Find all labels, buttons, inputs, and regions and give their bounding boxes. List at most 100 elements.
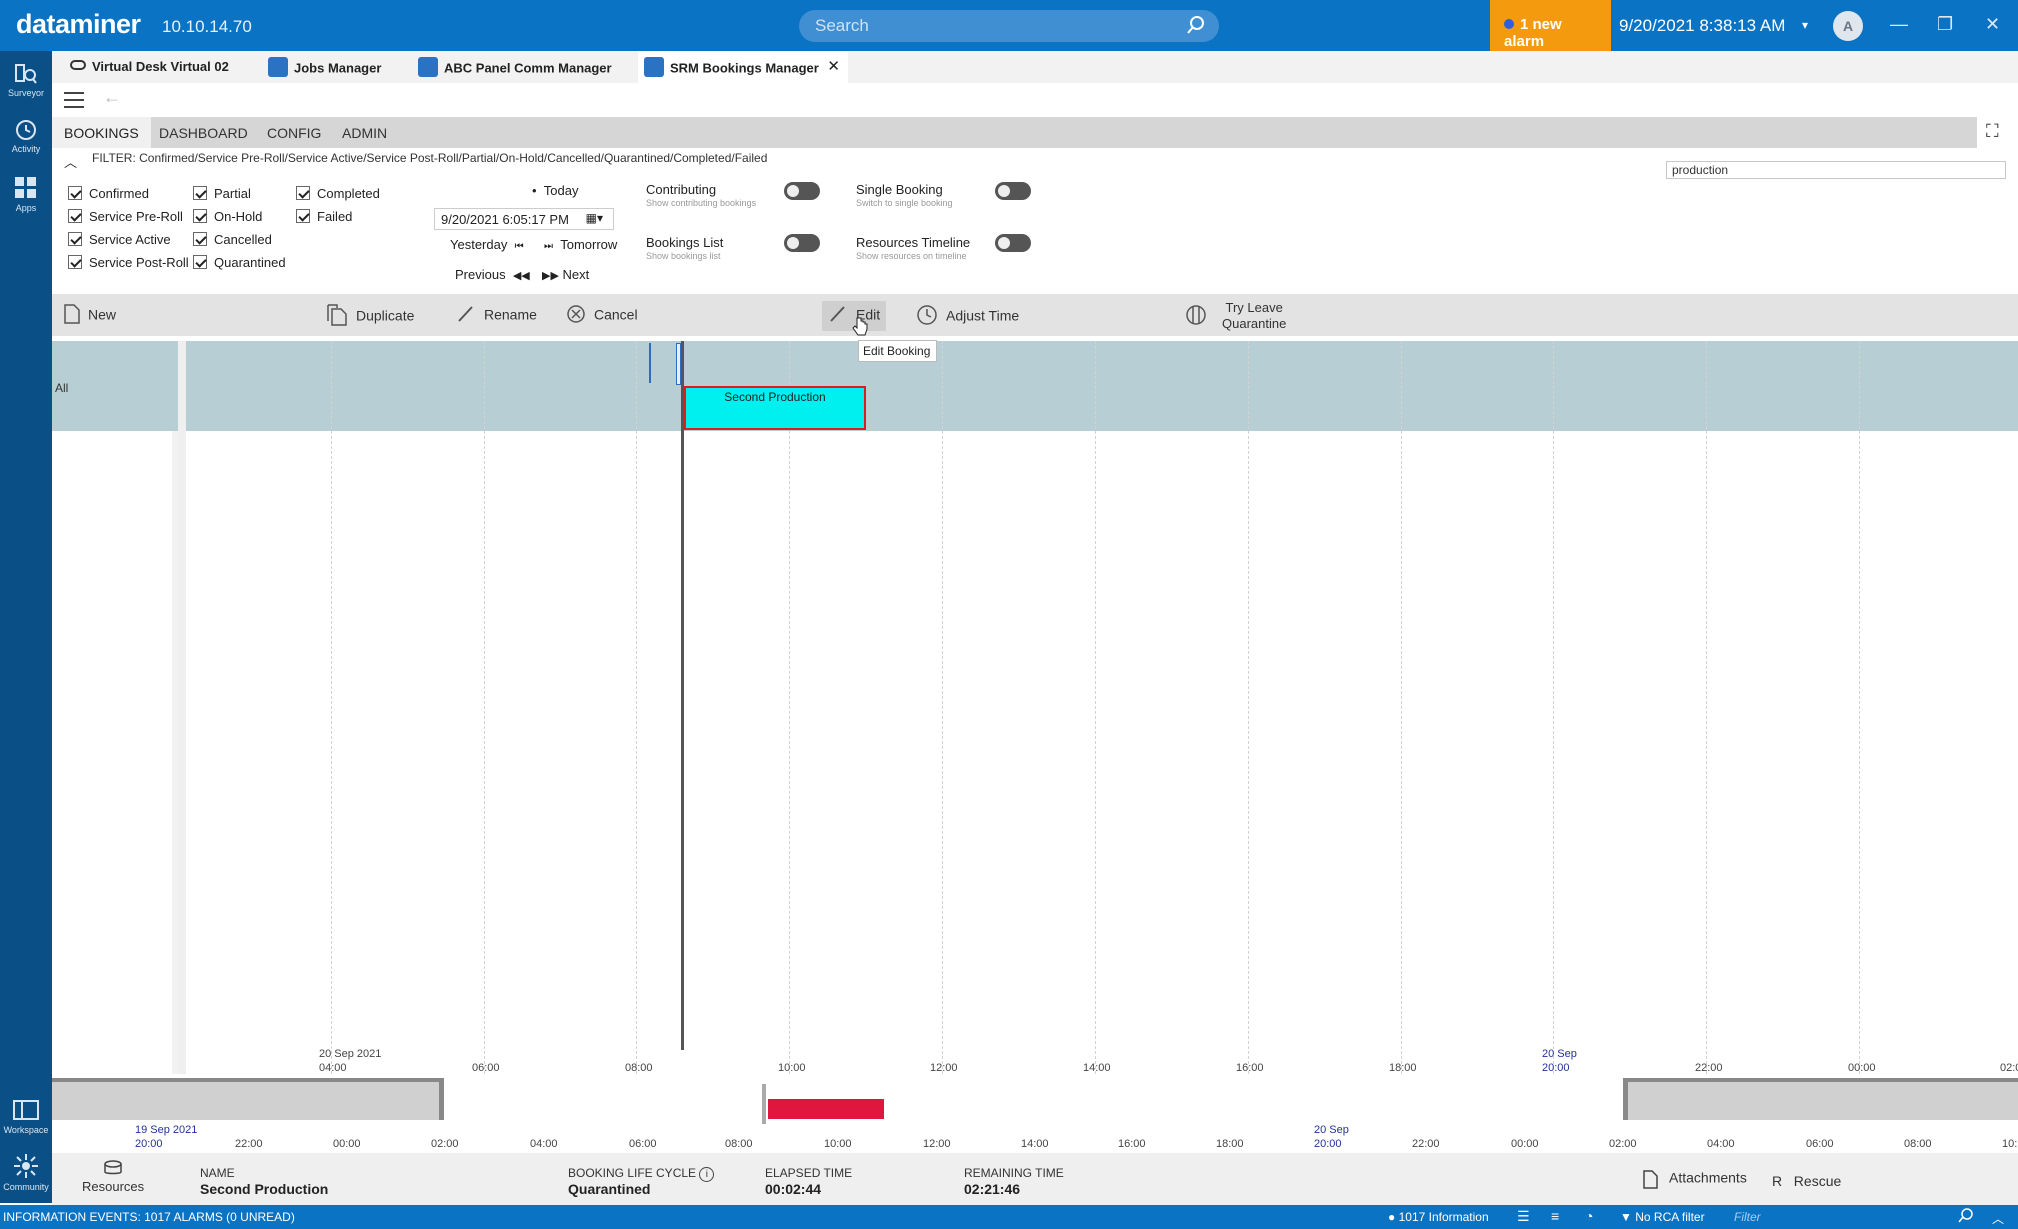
calendar-icon[interactable]: ▦▾ — [586, 211, 603, 225]
contributing-toggle[interactable] — [784, 182, 820, 200]
fullscreen-icon[interactable]: ⛶ — [1986, 121, 1999, 142]
menu-bookings[interactable]: BOOKINGS — [52, 117, 151, 148]
grid-line — [1553, 341, 1554, 1074]
clock-icon — [917, 305, 937, 325]
tab-virtual-desk[interactable]: Virtual Desk Virtual 02 — [70, 51, 270, 83]
overview-booking-bar[interactable] — [768, 1099, 884, 1119]
sub-toolbar: ← ⛶ — [52, 83, 2018, 141]
search-icon[interactable] — [1185, 14, 1207, 36]
bookings-list-sub: Show bookings list — [646, 251, 721, 261]
booking-marker[interactable] — [649, 343, 651, 383]
new-alarm-badge[interactable]: 1 new alarm — [1490, 0, 1611, 51]
community-nav[interactable]: Community — [0, 1153, 52, 1192]
checkbox-partial[interactable]: Partial — [193, 185, 251, 202]
back-arrow-icon[interactable]: ← — [103, 87, 121, 108]
duplicate-button[interactable]: Duplicate — [326, 304, 414, 328]
bookings-list-toggle[interactable] — [784, 234, 820, 252]
yesterday-button[interactable]: Yesterday ⏮ — [450, 237, 524, 252]
rca-filter[interactable]: ▼ No RCA filter — [1620, 1210, 1705, 1224]
time-tick: 12:00 — [923, 1138, 951, 1150]
date-value: 9/20/2021 6:05:17 PM — [441, 212, 569, 227]
new-button[interactable]: New — [64, 304, 116, 326]
hamburger-menu-icon[interactable] — [64, 92, 84, 108]
skip-forward-icon: ⏭ — [544, 241, 553, 252]
tab-label: ABC Panel Comm Manager — [444, 60, 612, 76]
app-icon — [418, 57, 438, 77]
timeline-area[interactable] — [52, 340, 2018, 1074]
checkbox-completed[interactable]: Completed — [296, 185, 380, 202]
search-input[interactable]: Search — [799, 10, 1219, 42]
surveyor-nav[interactable]: Surveyor — [0, 63, 52, 98]
time-tick: 00:00 — [1848, 1062, 1876, 1074]
checkbox-failed[interactable]: Failed — [296, 208, 352, 225]
checkbox-quarantined[interactable]: Quarantined — [193, 254, 286, 271]
avatar[interactable]: A — [1833, 11, 1863, 41]
attachment-icon — [1643, 1170, 1658, 1189]
single-booking-toggle[interactable] — [995, 182, 1031, 200]
restore-icon[interactable]: ❐ — [1937, 14, 1953, 35]
previous-button[interactable]: Previous ◀◀ — [455, 267, 530, 282]
booking-second-production[interactable]: Second Production — [684, 386, 866, 430]
time-tick: 08:00 — [1904, 1138, 1932, 1150]
search-icon[interactable] — [1958, 1207, 1974, 1226]
date-picker[interactable]: 9/20/2021 6:05:17 PM ▦▾ — [434, 208, 614, 230]
workspace-nav[interactable]: Workspace — [0, 1100, 52, 1135]
checkbox-confirmed[interactable]: Confirmed — [68, 185, 149, 202]
attachments-button[interactable]: Attachments — [1641, 1168, 1747, 1190]
menu-admin[interactable]: ADMIN — [342, 125, 387, 141]
overview-right-mask[interactable] — [1623, 1078, 2018, 1120]
menu-config[interactable]: CONFIG — [267, 125, 321, 141]
time-tick: 00:00 — [333, 1138, 361, 1150]
time-tick: 04:00 — [319, 1062, 347, 1074]
brand-logo: dataminer — [16, 9, 141, 39]
adjust-time-button[interactable]: Adjust Time — [916, 305, 1019, 328]
edit-booking-tooltip: Edit Booking — [858, 340, 937, 362]
try-leave-quarantine-button[interactable]: Try Leave Quarantine — [1222, 300, 1286, 332]
clock: 9/20/2021 8:38:13 AM — [1619, 16, 1786, 35]
cancel-button[interactable]: Cancel — [566, 305, 638, 326]
rename-button[interactable]: Rename — [456, 306, 537, 326]
contributing-label: Contributing — [646, 182, 717, 197]
activity-nav[interactable]: Activity — [0, 119, 52, 154]
close-tab-icon[interactable]: ✕ — [827, 57, 840, 75]
information-count[interactable]: ● 1017 Information — [1388, 1210, 1489, 1224]
menu-dashboard[interactable]: DASHBOARD — [159, 125, 248, 141]
checkbox-post-roll[interactable]: Service Post-Roll — [68, 254, 189, 271]
chevron-down-icon[interactable]: ▾ — [1802, 18, 1808, 32]
time-tick: 22:00 — [235, 1138, 263, 1150]
time-tick: 22:00 — [1412, 1138, 1440, 1150]
grid-line — [1248, 341, 1249, 1074]
list-view-icon[interactable]: ☰ — [1517, 1208, 1530, 1225]
row-splitter[interactable] — [178, 341, 186, 1074]
surveyor-label: Surveyor — [7, 88, 44, 98]
checkbox-pre-roll[interactable]: Service Pre-Roll — [68, 208, 183, 225]
checkbox-on-hold[interactable]: On-Hold — [193, 208, 262, 225]
resources-button[interactable]: Resources — [82, 1159, 144, 1194]
info-icon: i — [699, 1167, 715, 1182]
tomorrow-button[interactable]: ⏭ Tomorrow — [544, 237, 617, 252]
tab-jobs-manager[interactable]: Jobs Manager — [268, 51, 418, 83]
next-button[interactable]: ▶▶ Next — [542, 267, 589, 282]
tab-srm-bookings[interactable]: SRM Bookings Manager ✕ — [638, 51, 848, 83]
filter-search-input[interactable]: production — [1666, 161, 2006, 179]
overview-left-mask[interactable] — [52, 1078, 444, 1120]
today-button[interactable]: • Today — [532, 183, 578, 198]
checkbox-service-active[interactable]: Service Active — [68, 231, 171, 248]
booking-label: Second Production — [724, 390, 826, 404]
events-summary[interactable]: INFORMATION EVENTS: 1017 ALARMS (0 UNREA… — [3, 1210, 295, 1224]
tab-abc-panel[interactable]: ABC Panel Comm Manager — [418, 51, 623, 83]
chevron-up-icon[interactable]: ︿ — [1992, 1210, 2004, 1227]
resources-timeline-toggle[interactable] — [995, 234, 1031, 252]
rescue-button[interactable]: R Rescue — [1772, 1173, 1841, 1189]
checkbox-cancelled[interactable]: Cancelled — [193, 231, 272, 248]
time-tick: 10:00 — [778, 1062, 806, 1074]
collapse-filter-icon[interactable]: ︿ — [64, 152, 77, 171]
date-label: 20 Sep — [1314, 1124, 1349, 1136]
pie-chart-icon[interactable]: ◔ — [1585, 1208, 1593, 1224]
date-label: 20 Sep 2021 — [319, 1048, 382, 1060]
minimize-icon[interactable]: — — [1890, 14, 1908, 35]
sort-icon[interactable]: ≡ — [1551, 1208, 1559, 1224]
status-filter-input[interactable]: Filter — [1734, 1210, 1974, 1224]
apps-nav[interactable]: Apps — [0, 176, 52, 213]
close-icon[interactable]: ✕ — [1985, 14, 2000, 35]
